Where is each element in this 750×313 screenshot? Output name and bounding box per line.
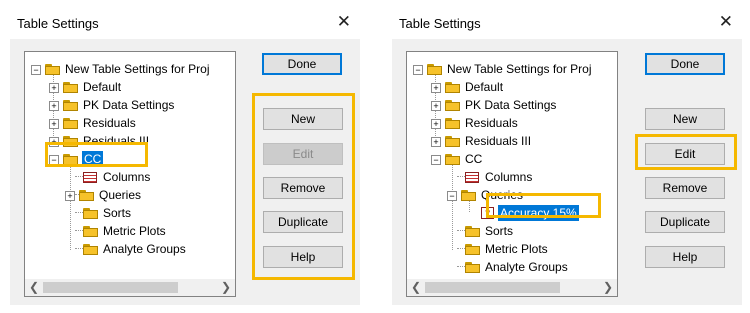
settings-tree[interactable]: − New Table Settings for Proj + Default …	[406, 51, 618, 297]
scroll-left-icon[interactable]: ❮	[29, 280, 39, 294]
edit-button[interactable]: Edit	[645, 143, 725, 165]
scroll-thumb[interactable]	[43, 282, 178, 293]
title-bar: Table Settings ✕	[10, 7, 360, 39]
folder-icon	[445, 100, 461, 111]
collapse-icon[interactable]: −	[49, 155, 59, 165]
folder-icon	[445, 82, 461, 93]
dialog-title: Table Settings	[399, 16, 481, 31]
folder-icon	[461, 190, 477, 201]
remove-button[interactable]: Remove	[263, 177, 343, 199]
query-icon: ?	[481, 207, 494, 219]
expand-icon[interactable]: +	[49, 137, 59, 147]
duplicate-button[interactable]: Duplicate	[645, 211, 725, 233]
folder-icon	[83, 244, 99, 255]
remove-button[interactable]: Remove	[645, 177, 725, 199]
collapse-icon[interactable]: −	[31, 65, 41, 75]
collapse-icon[interactable]: −	[447, 191, 457, 201]
table-settings-dialog-right: Table Settings ✕ − New Table Settings fo…	[392, 7, 742, 305]
expand-icon[interactable]: +	[431, 119, 441, 129]
scroll-right-icon[interactable]: ❯	[221, 280, 231, 294]
new-button[interactable]: New	[263, 108, 343, 130]
horizontal-scrollbar[interactable]: ❮ ❯	[25, 279, 235, 296]
horizontal-scrollbar[interactable]: ❮ ❯	[407, 279, 617, 296]
folder-icon	[63, 154, 79, 165]
folder-icon	[465, 226, 481, 237]
table-icon	[465, 172, 479, 183]
folder-icon	[427, 64, 443, 75]
duplicate-button[interactable]: Duplicate	[263, 211, 343, 233]
title-bar: Table Settings ✕	[392, 7, 742, 39]
expand-icon[interactable]: +	[49, 101, 59, 111]
folder-icon	[83, 208, 99, 219]
folder-icon	[79, 190, 95, 201]
close-icon[interactable]: ✕	[337, 12, 351, 32]
folder-icon	[83, 226, 99, 237]
done-button[interactable]: Done	[645, 53, 725, 75]
folder-icon	[63, 82, 79, 93]
expand-icon[interactable]: +	[431, 101, 441, 111]
table-settings-dialog-left: Table Settings ✕ − New Table Settings fo…	[10, 7, 360, 305]
scroll-right-icon[interactable]: ❯	[603, 280, 613, 294]
expand-icon[interactable]: +	[431, 137, 441, 147]
collapse-icon[interactable]: −	[431, 155, 441, 165]
scroll-thumb[interactable]	[425, 282, 560, 293]
help-button[interactable]: Help	[263, 246, 343, 268]
folder-icon	[445, 136, 461, 147]
close-icon[interactable]: ✕	[719, 12, 733, 32]
done-button[interactable]: Done	[262, 53, 342, 75]
folder-icon	[445, 154, 461, 165]
folder-icon	[445, 118, 461, 129]
folder-icon	[465, 244, 481, 255]
help-button[interactable]: Help	[645, 246, 725, 268]
expand-icon[interactable]: +	[49, 83, 59, 93]
folder-icon	[45, 64, 61, 75]
expand-icon[interactable]: +	[49, 119, 59, 129]
folder-icon	[465, 262, 481, 273]
edit-button[interactable]: Edit	[263, 143, 343, 165]
scroll-left-icon[interactable]: ❮	[411, 280, 421, 294]
settings-tree[interactable]: − New Table Settings for Proj + Default …	[24, 51, 236, 297]
table-icon	[83, 172, 97, 183]
new-button[interactable]: New	[645, 108, 725, 130]
folder-icon	[63, 136, 79, 147]
folder-icon	[63, 118, 79, 129]
dialog-title: Table Settings	[17, 16, 99, 31]
expand-icon[interactable]: +	[431, 83, 441, 93]
expand-icon[interactable]: +	[65, 191, 75, 201]
folder-icon	[63, 100, 79, 111]
collapse-icon[interactable]: −	[413, 65, 423, 75]
